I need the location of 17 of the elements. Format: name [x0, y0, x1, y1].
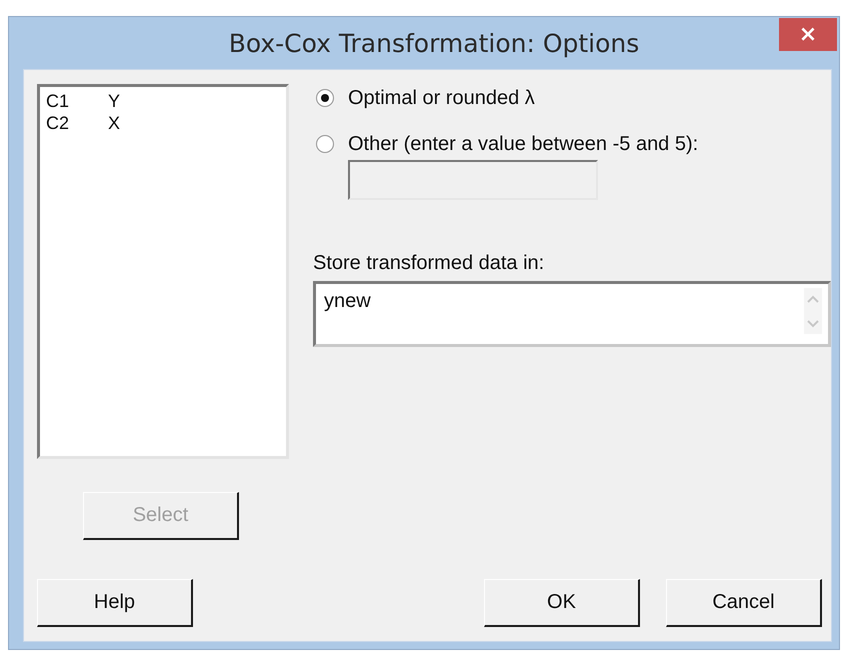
variable-list[interactable]: C1 Y C2 X	[37, 84, 289, 459]
radio-button[interactable]	[316, 89, 334, 107]
dialog-button[interactable]: OK	[484, 579, 640, 627]
column-name[interactable]: X	[108, 112, 120, 134]
radio-label[interactable]: Other (enter a value between -5 and 5):	[348, 132, 698, 156]
column-name[interactable]: Y	[108, 90, 120, 112]
radio-button[interactable]	[316, 135, 334, 153]
store-field[interactable]: ynew	[313, 281, 831, 347]
column-id[interactable]: C2	[46, 112, 108, 134]
dialog-button[interactable]: Cancel	[666, 579, 822, 627]
store-label: Store transformed data in:	[313, 252, 546, 275]
radio-label[interactable]: Optimal or rounded λ	[348, 86, 535, 110]
scroll-arrows-icon	[804, 288, 822, 334]
window-title: Box-Cox Transformation: Options	[228, 28, 640, 58]
dialog-button[interactable]: Help	[37, 579, 193, 627]
close-button[interactable]: ×	[779, 18, 837, 51]
column-id[interactable]: C1	[46, 90, 108, 112]
